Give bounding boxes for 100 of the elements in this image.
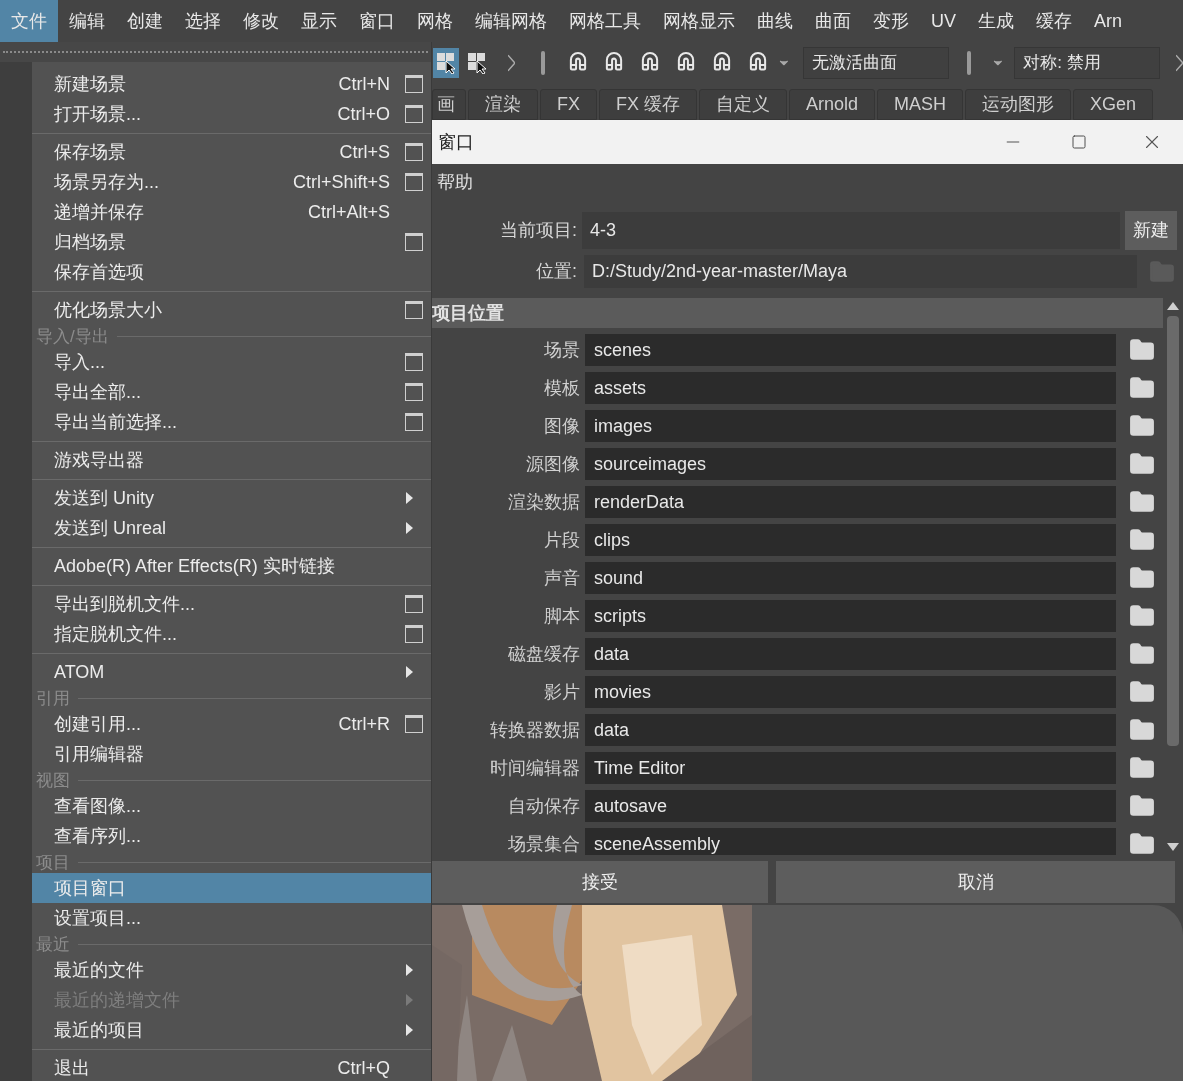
option-box-icon[interactable] [405, 105, 423, 123]
menu-item[interactable]: 递增并保存 Ctrl+Alt+S [32, 197, 431, 227]
folder-icon[interactable] [1129, 679, 1155, 705]
menu-item[interactable]: 发送到 Unity [32, 483, 431, 513]
menu-bar-item[interactable]: 选择 [174, 0, 232, 42]
option-box-icon[interactable] [405, 143, 423, 161]
menu-bar-item[interactable]: 变形 [862, 0, 920, 42]
menu-item[interactable]: 指定脱机文件... [32, 619, 431, 649]
path-field[interactable]: scenes [585, 334, 1116, 366]
option-box-icon[interactable] [405, 625, 423, 643]
menu-bar-item[interactable]: 显示 [290, 0, 348, 42]
maximize-icon[interactable] [1071, 134, 1087, 150]
menu-item[interactable]: 最近的项目 [32, 1015, 431, 1045]
menu-bar-item[interactable]: 曲面 [804, 0, 862, 42]
menu-bar-item[interactable]: 创建 [116, 0, 174, 42]
path-field[interactable]: data [585, 638, 1116, 670]
shelf-tab[interactable]: 自定义 [699, 89, 788, 120]
folder-icon[interactable] [1129, 641, 1155, 667]
menu-bar-item[interactable]: 编辑 [58, 0, 116, 42]
select-tool-icon[interactable] [433, 48, 459, 78]
scroll-down-arrow-icon[interactable] [1167, 843, 1179, 851]
menu-bar-item[interactable]: 缓存 [1025, 0, 1083, 42]
menu-bar-item[interactable]: 编辑网格 [464, 0, 558, 42]
menu-item[interactable]: 导出全部... [32, 377, 431, 407]
symmetry-field[interactable]: 对称: 禁用 [1014, 47, 1161, 79]
option-box-icon[interactable] [405, 383, 423, 401]
menu-bar-item[interactable]: 窗口 [348, 0, 406, 42]
folder-icon[interactable] [1129, 755, 1155, 781]
shelf-tab[interactable]: 运动图形 [965, 89, 1072, 120]
menu-bar-item[interactable]: 修改 [232, 0, 290, 42]
dialog-button[interactable]: 接受 [432, 861, 768, 903]
path-field[interactable]: images [585, 410, 1116, 442]
menu-item[interactable]: ATOM [32, 657, 431, 687]
folder-icon[interactable] [1129, 489, 1155, 515]
menu-item[interactable]: 创建引用... Ctrl+R [32, 709, 431, 739]
menu-item[interactable]: 保存首选项 [32, 257, 431, 287]
option-box-icon[interactable] [405, 595, 423, 613]
menu-item[interactable]: 退出 Ctrl+Q [32, 1053, 431, 1081]
shelf-tab[interactable]: FX [540, 89, 597, 120]
menu-item[interactable]: 归档场景 [32, 227, 431, 257]
path-field[interactable]: sceneAssembly [585, 828, 1116, 855]
path-field[interactable]: movies [585, 676, 1116, 708]
menu-item[interactable]: 游戏导出器 [32, 445, 431, 475]
option-box-icon[interactable] [405, 413, 423, 431]
path-field[interactable]: renderData [585, 486, 1116, 518]
current-project-field[interactable]: 4-3 [582, 212, 1120, 249]
shelf-tab[interactable]: Arnold [789, 89, 876, 120]
folder-icon[interactable] [1129, 603, 1155, 629]
tear-off-handle[interactable] [0, 42, 431, 62]
menu-bar-item[interactable]: 曲线 [746, 0, 804, 42]
menu-item[interactable]: 新建场景 Ctrl+N [32, 69, 431, 99]
menu-item[interactable]: 查看图像... [32, 791, 431, 821]
menu-bar-item[interactable]: UV [920, 0, 967, 42]
path-field[interactable]: clips [585, 524, 1116, 556]
surface-field[interactable]: 无激活曲面 [802, 47, 949, 79]
folder-icon[interactable] [1129, 565, 1155, 591]
menu-item[interactable]: 发送到 Unreal [32, 513, 431, 543]
folder-icon[interactable] [1129, 375, 1155, 401]
path-field[interactable]: sound [585, 562, 1116, 594]
path-field[interactable]: data [585, 714, 1116, 746]
dialog-menu-item[interactable]: 帮助 [437, 168, 473, 196]
menu-item[interactable]: 场景另存为... Ctrl+Shift+S [32, 167, 431, 197]
path-field[interactable]: Time Editor [585, 752, 1116, 784]
folder-icon[interactable] [1129, 451, 1155, 477]
path-field[interactable]: assets [585, 372, 1116, 404]
menu-item[interactable]: 打开场景... Ctrl+O [32, 99, 431, 129]
menu-bar-item[interactable]: 生成 [967, 0, 1025, 42]
path-field[interactable]: scripts [585, 600, 1116, 632]
folder-icon[interactable] [1129, 527, 1155, 553]
option-box-icon[interactable] [405, 75, 423, 93]
menu-item[interactable]: 保存场景 Ctrl+S [32, 137, 431, 167]
shelf-tab[interactable]: 画 [432, 89, 466, 120]
menu-bar-item[interactable]: 网格显示 [652, 0, 746, 42]
menu-bar-item[interactable]: 网格 [406, 0, 464, 42]
scroll-up-arrow-icon[interactable] [1167, 302, 1179, 310]
option-box-icon[interactable] [405, 301, 423, 319]
path-field[interactable]: sourceimages [585, 448, 1116, 480]
option-box-icon[interactable] [405, 173, 423, 191]
menu-item[interactable]: 查看序列... [32, 821, 431, 851]
shelf-tab[interactable]: MASH [877, 89, 964, 120]
menu-bar-item[interactable]: Arn [1083, 0, 1134, 42]
path-field[interactable]: autosave [585, 790, 1116, 822]
menu-item[interactable]: 优化场景大小 [32, 295, 431, 325]
folder-icon[interactable] [1129, 717, 1155, 743]
option-box-icon[interactable] [405, 233, 423, 251]
shelf-tab[interactable]: 渲染 [468, 89, 538, 120]
menu-item[interactable]: Adobe(R) After Effects(R) 实时链接 [32, 551, 431, 581]
folder-icon[interactable] [1129, 793, 1155, 819]
dialog-button[interactable]: 取消 [776, 861, 1175, 903]
menu-item[interactable]: 导入... [32, 347, 431, 377]
option-box-icon[interactable] [405, 353, 423, 371]
new-button[interactable]: 新建 [1125, 211, 1177, 250]
menu-bar-item[interactable]: 网格工具 [558, 0, 652, 42]
menu-item[interactable]: 引用编辑器 [32, 739, 431, 769]
location-field[interactable]: D:/Study/2nd-year-master/Maya [584, 255, 1137, 288]
menu-item[interactable]: 设置项目... [32, 903, 431, 933]
shelf-tab[interactable]: XGen [1073, 89, 1154, 120]
menu-item[interactable]: 导出到脱机文件... [32, 589, 431, 619]
shelf-tab[interactable]: FX 缓存 [599, 89, 698, 120]
option-box-icon[interactable] [405, 715, 423, 733]
